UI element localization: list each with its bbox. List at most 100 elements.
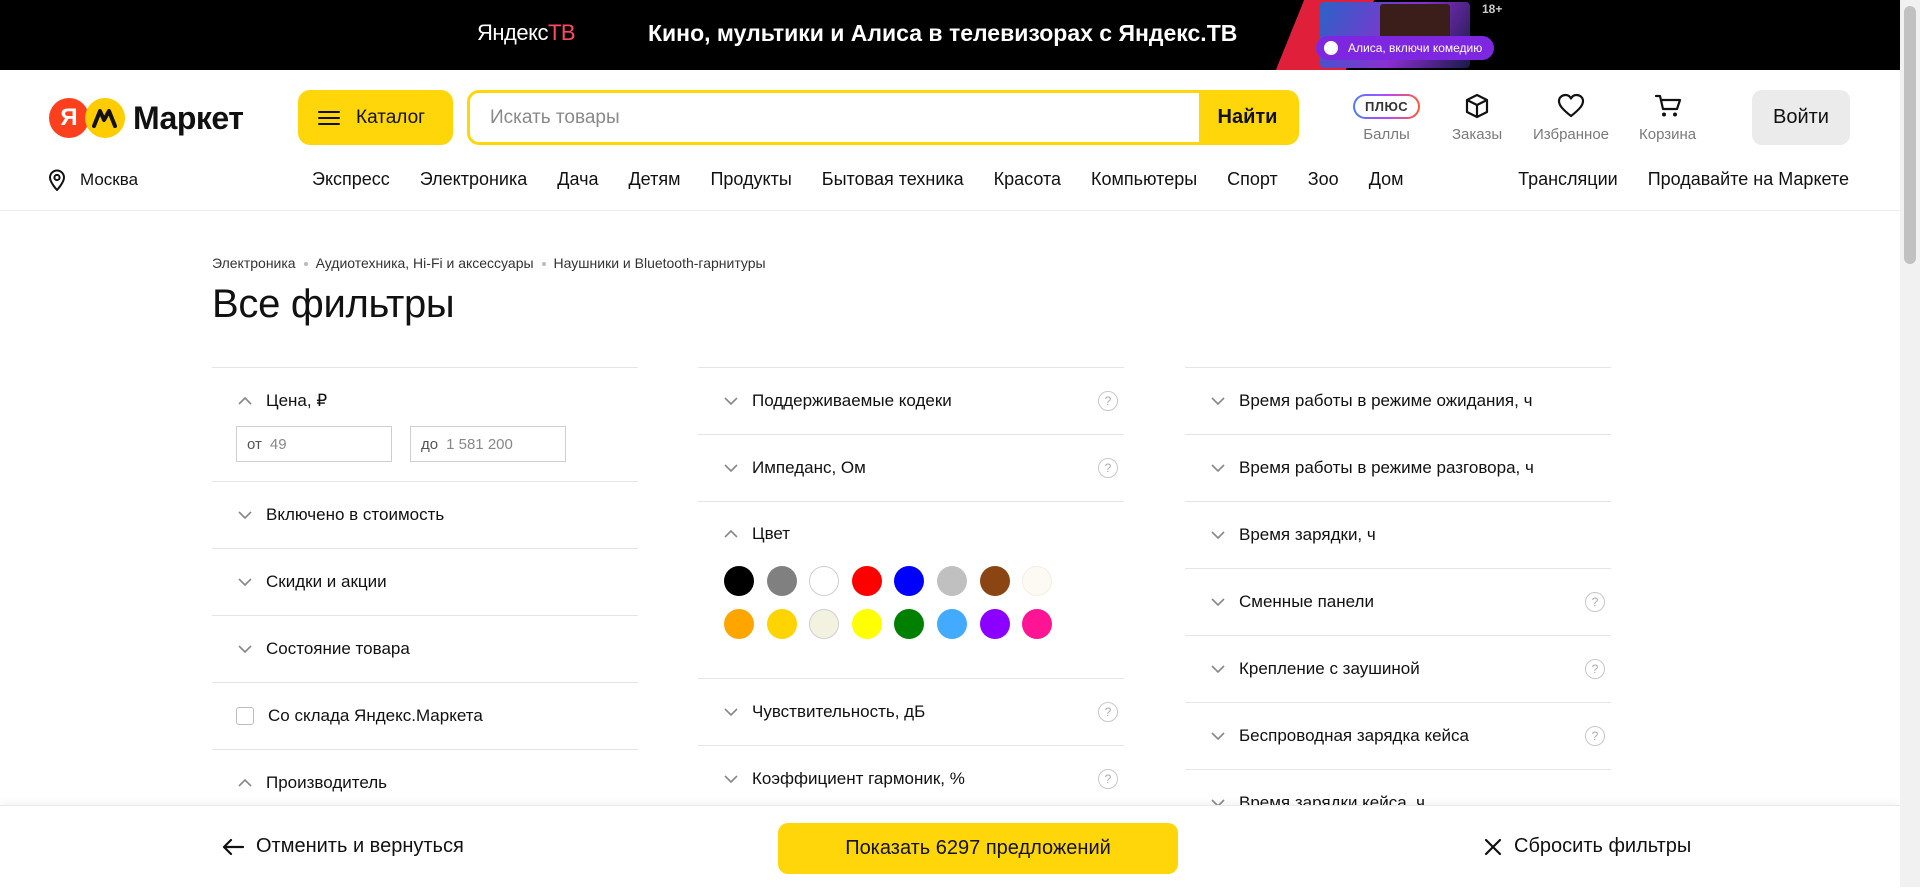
filter-label: Коэффициент гармоник, % bbox=[752, 769, 965, 788]
cart-link[interactable]: Корзина bbox=[1639, 92, 1696, 143]
color-swatch[interactable] bbox=[979, 609, 1010, 639]
color-swatch[interactable] bbox=[1022, 609, 1053, 639]
color-swatch[interactable] bbox=[766, 566, 797, 596]
filter-label: Скидки и акции bbox=[266, 572, 387, 591]
color-swatch[interactable] bbox=[1022, 566, 1053, 596]
filter-header-price[interactable]: Цена, ₽ bbox=[212, 368, 638, 434]
color-swatch[interactable] bbox=[724, 566, 754, 596]
page-scrollbar[interactable] bbox=[1900, 0, 1920, 887]
filter-sensitivity: Чувствительность, дБ ? bbox=[698, 678, 1124, 745]
nav-item-electronics[interactable]: Электроника bbox=[420, 169, 527, 190]
filter-header-charge[interactable]: Время зарядки, ч bbox=[1185, 502, 1611, 568]
filters-column-3: Время работы в режиме ожидания, ч Время … bbox=[1185, 367, 1611, 836]
color-swatch[interactable] bbox=[851, 566, 882, 596]
filter-label: Со склада Яндекс.Маркета bbox=[268, 706, 483, 725]
color-swatch[interactable] bbox=[936, 566, 967, 596]
chevron-down-icon bbox=[722, 703, 740, 721]
nav-item-products[interactable]: Продукты bbox=[710, 169, 791, 190]
color-swatch[interactable] bbox=[979, 566, 1010, 596]
filter-header-color[interactable]: Цвет bbox=[698, 502, 1124, 566]
site-header: Я Маркет Каталог Найти ПЛЮС Баллы Заказы… bbox=[0, 70, 1900, 211]
scrollbar-thumb[interactable] bbox=[1904, 6, 1916, 264]
reset-label: Сбросить фильтры bbox=[1514, 835, 1692, 857]
chevron-down-icon bbox=[722, 770, 740, 788]
help-icon[interactable]: ? bbox=[1585, 726, 1605, 746]
color-swatch[interactable] bbox=[894, 609, 925, 639]
filter-label: Включено в стоимость bbox=[266, 505, 445, 524]
nav-item-broadcasts[interactable]: Трансляции bbox=[1518, 169, 1618, 190]
breadcrumb-audio[interactable]: Аудиотехника, Hi-Fi и аксессуары bbox=[316, 255, 534, 271]
show-offers-button[interactable]: Показать 6297 предложений bbox=[778, 823, 1178, 874]
color-swatch[interactable] bbox=[851, 609, 882, 639]
login-button[interactable]: Войти bbox=[1752, 90, 1850, 145]
chevron-down-icon bbox=[236, 506, 254, 524]
nav-item-sell-on-market[interactable]: Продавайте на Маркете bbox=[1648, 169, 1849, 190]
search-input[interactable] bbox=[470, 93, 1199, 142]
filter-label: Цвет bbox=[752, 524, 791, 543]
market-logo-icon bbox=[85, 98, 125, 138]
nav-item-express[interactable]: Экспресс bbox=[312, 169, 390, 190]
filter-header-impedance[interactable]: Импеданс, Ом ? bbox=[698, 435, 1124, 501]
nav-item-zoo[interactable]: Зоо bbox=[1308, 169, 1339, 190]
color-swatch[interactable] bbox=[766, 609, 797, 639]
search-button[interactable]: Найти bbox=[1199, 93, 1296, 142]
color-swatch[interactable] bbox=[809, 566, 840, 596]
help-icon[interactable]: ? bbox=[1098, 702, 1118, 722]
reset-filters-button[interactable]: Сбросить фильтры bbox=[1484, 835, 1691, 858]
breadcrumb-separator bbox=[541, 262, 546, 266]
filter-header-sensitivity[interactable]: Чувствительность, дБ ? bbox=[698, 679, 1124, 745]
menu-icon bbox=[318, 110, 340, 126]
filter-header-harmonic[interactable]: Коэффициент гармоник, % ? bbox=[698, 746, 1124, 812]
market-logo[interactable]: Я Маркет bbox=[49, 98, 244, 138]
filter-header-codecs[interactable]: Поддерживаемые кодеки ? bbox=[698, 368, 1124, 434]
filter-label: Импеданс, Ом bbox=[752, 458, 866, 477]
color-swatch[interactable] bbox=[724, 609, 754, 639]
help-icon[interactable]: ? bbox=[1098, 458, 1118, 478]
promo-banner[interactable]: ЯндексТВ Кино, мультики и Алиса в телеви… bbox=[0, 0, 1900, 70]
help-icon[interactable]: ? bbox=[1585, 592, 1605, 612]
filter-header-talk[interactable]: Время работы в режиме разговора, ч bbox=[1185, 435, 1611, 501]
nav-item-beauty[interactable]: Красота bbox=[994, 169, 1061, 190]
nav-item-dacha[interactable]: Дача bbox=[557, 169, 598, 190]
filter-label: Чувствительность, дБ bbox=[752, 702, 926, 721]
warehouse-checkbox[interactable] bbox=[236, 707, 254, 725]
filter-condition: Состояние товара bbox=[212, 615, 638, 682]
catalog-label: Каталог bbox=[356, 106, 426, 128]
nav-item-home[interactable]: Дом bbox=[1369, 169, 1404, 190]
favorites-label: Избранное bbox=[1533, 126, 1610, 143]
breadcrumb-headphones[interactable]: Наушники и Bluetooth-гарнитуры bbox=[554, 255, 766, 271]
filter-label: Время работы в режиме ожидания, ч bbox=[1239, 391, 1533, 410]
yandex-tv-logo: ЯндексТВ bbox=[477, 20, 576, 45]
nav-item-computers[interactable]: Компьютеры bbox=[1091, 169, 1197, 190]
filter-charge: Время зарядки, ч bbox=[1185, 501, 1611, 568]
location-selector[interactable]: Москва bbox=[48, 169, 138, 191]
color-swatch[interactable] bbox=[809, 609, 840, 639]
filter-header-included[interactable]: Включено в стоимость bbox=[212, 482, 638, 548]
filter-label: Время зарядки, ч bbox=[1239, 525, 1376, 544]
color-swatch[interactable] bbox=[936, 609, 967, 639]
nav-item-kids[interactable]: Детям bbox=[628, 169, 680, 190]
warehouse-checkbox-row[interactable]: Со склада Яндекс.Маркета bbox=[212, 683, 638, 749]
filter-header-wireless-case[interactable]: Беспроводная зарядка кейса ? bbox=[1185, 703, 1611, 769]
filter-earhook: Крепление с заушиной ? bbox=[1185, 635, 1611, 702]
nav-item-sport[interactable]: Спорт bbox=[1227, 169, 1278, 190]
filter-standby: Время работы в режиме ожидания, ч bbox=[1185, 367, 1611, 434]
favorites-link[interactable]: Избранное bbox=[1533, 92, 1609, 143]
breadcrumb-electronics[interactable]: Электроника bbox=[212, 255, 296, 271]
catalog-button[interactable]: Каталог bbox=[298, 90, 453, 145]
points-link[interactable]: ПЛЮС Баллы bbox=[1353, 92, 1421, 143]
filter-header-discounts[interactable]: Скидки и акции bbox=[212, 549, 638, 615]
filter-header-panels[interactable]: Сменные панели ? bbox=[1185, 569, 1611, 635]
color-swatch[interactable] bbox=[894, 566, 925, 596]
help-icon[interactable]: ? bbox=[1098, 769, 1118, 789]
color-swatches bbox=[698, 566, 1124, 678]
help-icon[interactable]: ? bbox=[1585, 659, 1605, 679]
filter-header-earhook[interactable]: Крепление с заушиной ? bbox=[1185, 636, 1611, 702]
help-icon[interactable]: ? bbox=[1098, 391, 1118, 411]
filter-header-standby[interactable]: Время работы в режиме ожидания, ч bbox=[1185, 368, 1611, 434]
breadcrumb-separator bbox=[303, 262, 308, 266]
filter-header-condition[interactable]: Состояние товара bbox=[212, 616, 638, 682]
nav-item-appliances[interactable]: Бытовая техника bbox=[822, 169, 964, 190]
orders-link[interactable]: Заказы bbox=[1452, 92, 1502, 143]
cancel-button[interactable]: Отменить и вернуться bbox=[222, 835, 464, 858]
